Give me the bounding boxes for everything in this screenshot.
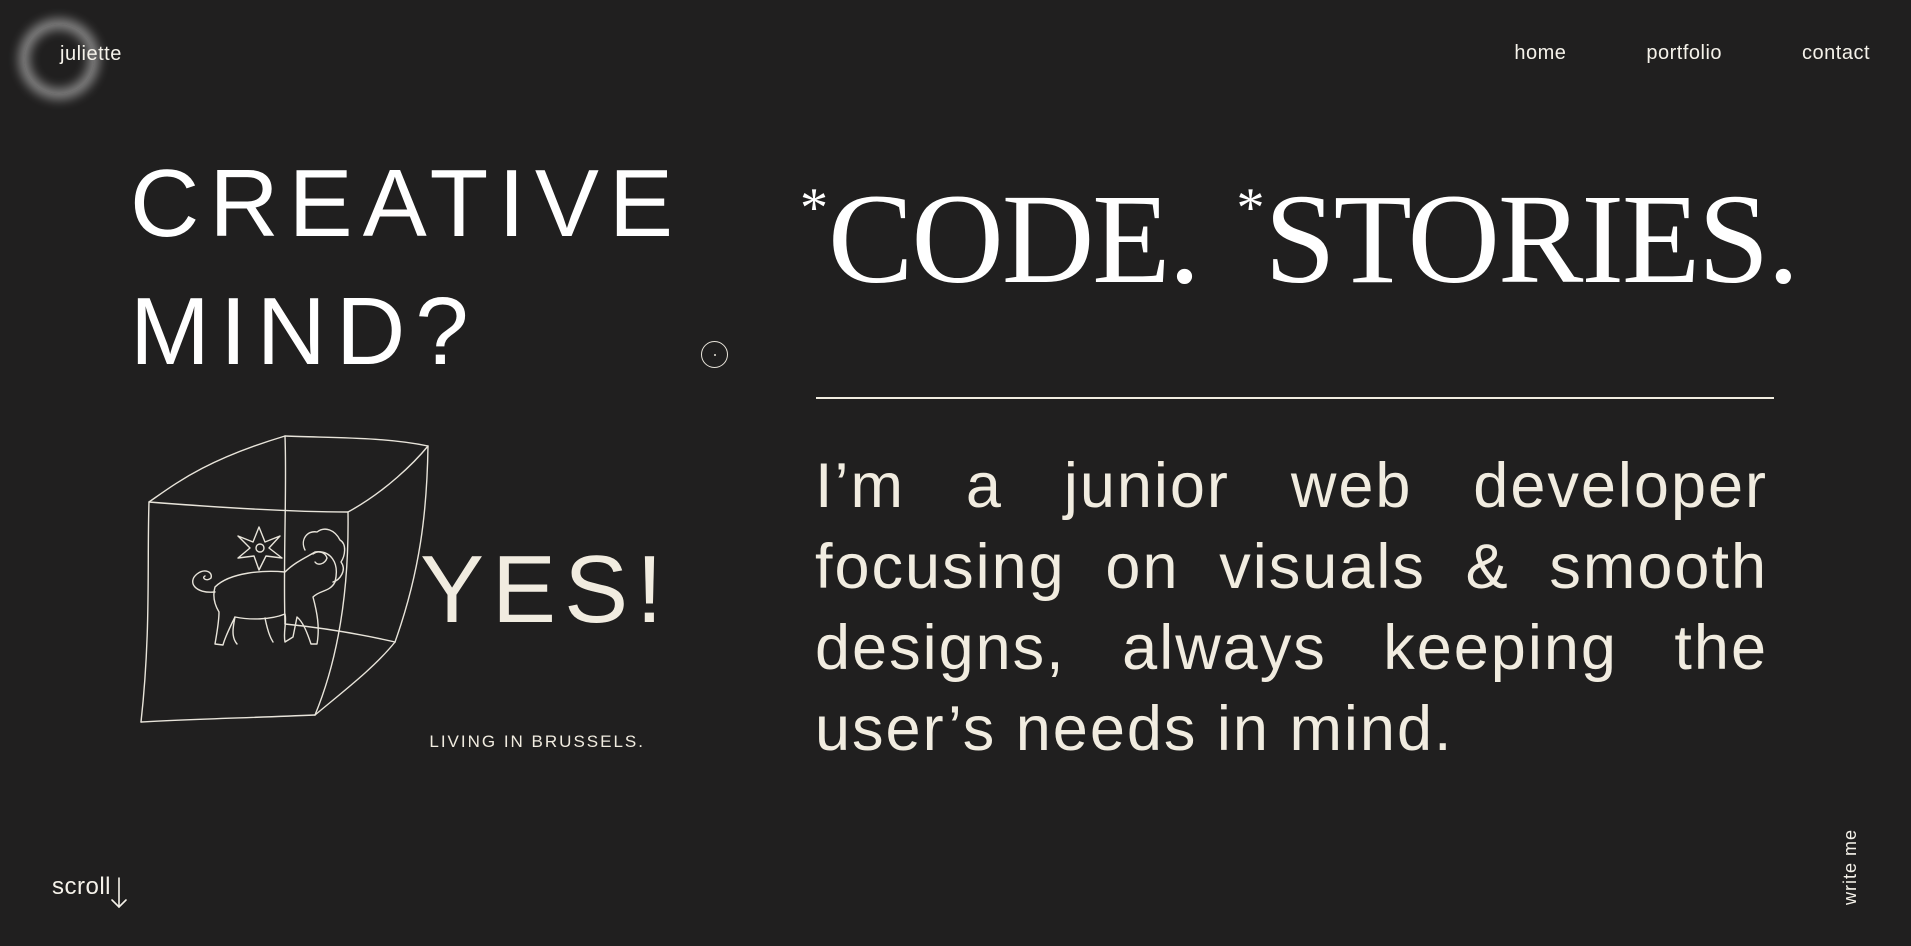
cube-lion-illustration bbox=[140, 435, 429, 723]
divider-line bbox=[816, 397, 1774, 399]
heading-line-mind: MIND? bbox=[130, 278, 479, 385]
nav-home-link[interactable]: home bbox=[1514, 42, 1566, 65]
cursor-circle-icon bbox=[701, 341, 728, 368]
heading-word-code: CODE. bbox=[828, 168, 1200, 310]
main-nav: home portfolio contact bbox=[1514, 42, 1870, 65]
nav-contact-link[interactable]: contact bbox=[1802, 42, 1870, 65]
logo[interactable]: juliette bbox=[24, 24, 121, 94]
heading-line-creative: CREATIVE bbox=[130, 150, 683, 257]
creative-mind-heading: CREATIVE MIND? bbox=[130, 140, 683, 396]
write-me-link[interactable]: write me bbox=[1840, 829, 1861, 905]
cursor-dot-icon bbox=[713, 353, 716, 356]
intro-paragraph: I’m a junior web developer focusing on v… bbox=[815, 451, 1768, 764]
location-text: LIVING IN BRUSSELS. bbox=[429, 732, 645, 751]
nav-portfolio-link[interactable]: portfolio bbox=[1646, 42, 1722, 65]
asterisk-stories: * bbox=[1236, 177, 1264, 239]
logo-text[interactable]: juliette bbox=[60, 43, 122, 66]
arrow-down-icon[interactable] bbox=[110, 877, 128, 909]
yes-text: YES! bbox=[420, 536, 671, 643]
heading-word-stories: STORIES. bbox=[1264, 168, 1799, 310]
code-stories-heading: *CODE. *STORIES. bbox=[800, 138, 1799, 310]
scroll-label[interactable]: scroll bbox=[52, 873, 111, 901]
asterisk-code: * bbox=[800, 177, 828, 239]
